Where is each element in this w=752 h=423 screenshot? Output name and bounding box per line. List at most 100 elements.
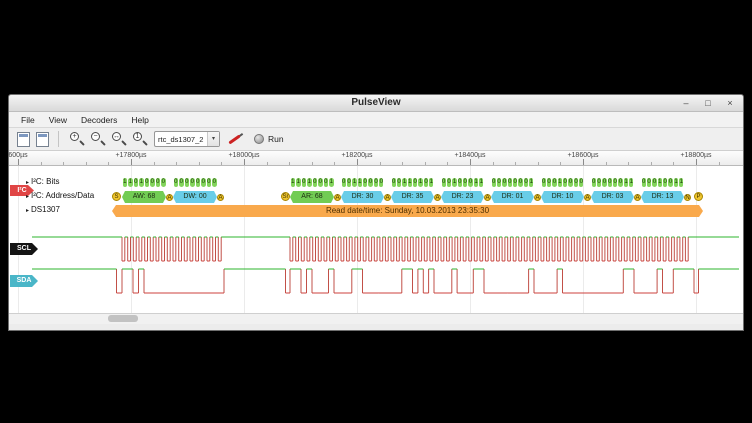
zoom-fit-icon[interactable]: ↔ [110, 131, 127, 148]
scrollbar-thumb[interactable] [108, 315, 138, 322]
ruler-tick-minor [719, 162, 720, 165]
ruler-tick-minor [154, 162, 155, 165]
annotation-ack: A [384, 194, 391, 201]
ruler-tick-minor [560, 162, 561, 165]
annotation-ack: A [584, 194, 591, 201]
annotation-bit: 1 [139, 178, 144, 187]
minimize-button[interactable]: – [679, 96, 693, 110]
annotation-bit: 0 [508, 178, 512, 187]
annotation-byte-DR01: DR: 01 [491, 191, 534, 203]
ruler-tick-major [470, 159, 471, 165]
grid-line [244, 166, 245, 313]
annotation-bit: 0 [579, 178, 583, 187]
decoder-row-label-1[interactable]: ▸I²C: Bits [26, 177, 59, 186]
annotation-byte-DR30: DR: 30 [341, 191, 384, 203]
annotation-start: S [112, 192, 121, 201]
capture-file-select[interactable]: rtc_ds1307_2 ▾ [154, 131, 220, 147]
annotation-bit: 0 [324, 178, 329, 187]
maximize-button[interactable]: □ [701, 96, 715, 110]
annotation-bit: 0 [185, 178, 190, 187]
zoom-fit-icon-lens: ↔ [112, 132, 121, 141]
menu-item-view[interactable]: View [43, 113, 73, 127]
annotation-bit: 0 [463, 178, 467, 187]
annotation-byte-DR10: DR: 10 [541, 191, 584, 203]
annotation-bit: 0 [397, 178, 401, 187]
annotation-bit: 0 [368, 178, 372, 187]
annotation-start: Sr [281, 192, 290, 201]
annotation-bit: 0 [150, 178, 155, 187]
trace-area [9, 166, 743, 313]
annotation-bit: 0 [201, 178, 206, 187]
annotation-byte-DR35: DR: 35 [391, 191, 434, 203]
annotation-byte-DR23: DR: 23 [441, 191, 484, 203]
annotation-bit: 0 [442, 178, 446, 187]
channel-tag-scl[interactable]: SCL [10, 243, 38, 255]
ruler-tick-label: +18200µs [341, 152, 372, 159]
ruler-tick-minor [199, 162, 200, 165]
annotation-bit: 0 [608, 178, 612, 187]
ruler-tick-minor [651, 162, 652, 165]
annotation-bit: 0 [513, 178, 517, 187]
ruler-tick-label: +17800µs [115, 152, 146, 159]
ruler-tick-minor [221, 162, 222, 165]
annotation-bit: 0 [190, 178, 195, 187]
annotation-bit: 0 [592, 178, 596, 187]
new-session-icon[interactable] [17, 132, 30, 147]
expander-icon[interactable]: ▸ [26, 194, 29, 200]
ruler-tick-major [18, 159, 19, 165]
ruler-tick-label: +18400µs [454, 152, 485, 159]
menu-item-decoders[interactable]: Decoders [75, 113, 123, 127]
annotation-stop: P [694, 192, 703, 201]
ruler-tick-major [357, 159, 358, 165]
annotation-bit: 0 [458, 178, 462, 187]
annotation-bit: 0 [542, 178, 546, 187]
zoom-in-icon[interactable]: + [68, 131, 85, 148]
expander-icon[interactable]: ▸ [26, 208, 29, 214]
expander-icon[interactable]: ▸ [26, 180, 29, 186]
run-button[interactable]: Run [250, 133, 288, 145]
annotation-bit: 0 [161, 178, 166, 187]
grid-line [583, 166, 584, 313]
annotation-bit: 1 [429, 178, 433, 187]
annotation-bit: 0 [663, 178, 667, 187]
new-view-icon[interactable] [36, 132, 49, 147]
annotation-bit: 1 [128, 178, 133, 187]
annotation-bit: 1 [529, 178, 533, 187]
annotation-bit: 0 [613, 178, 617, 187]
annotation-bit: 0 [347, 178, 351, 187]
titlebar[interactable]: PulseView – □ × [9, 95, 743, 112]
grid-line [696, 166, 697, 313]
ruler-tick-minor [402, 162, 403, 165]
annotation-bit: 1 [474, 178, 478, 187]
chevron-down-icon[interactable]: ▾ [207, 132, 219, 146]
menu-item-file[interactable]: File [15, 113, 41, 127]
annotation-nack: N [684, 194, 691, 201]
zoom-one-to-one-icon[interactable]: 1 [131, 131, 148, 148]
menu-item-help[interactable]: Help [125, 113, 154, 127]
window-title: PulseView [9, 97, 743, 108]
close-button[interactable]: × [723, 96, 737, 110]
probe-device-icon[interactable] [226, 131, 244, 148]
zoom-one-to-one-icon-handle [142, 140, 148, 146]
annotation-bit: 1 [352, 178, 356, 187]
zoom-icon-group: +−↔ 1 [68, 131, 148, 148]
run-led-icon [254, 134, 264, 144]
annotation-bit: 1 [674, 178, 678, 187]
annotation-bit: 0 [363, 178, 367, 187]
annotation-bit: 0 [145, 178, 150, 187]
ruler-tick-major [583, 159, 584, 165]
annotation-bit: 0 [374, 178, 378, 187]
ruler-tick-minor [628, 162, 629, 165]
zoom-out-icon[interactable]: − [89, 131, 106, 148]
ruler-tick-label: +18800µs [680, 152, 711, 159]
annotation-bit: 1 [558, 178, 562, 187]
decoder-row-label-3[interactable]: ▸DS1307 [26, 205, 60, 214]
annotation-bit: 0 [302, 178, 307, 187]
annotation-ack: A [217, 194, 224, 201]
decoder-row-label-2[interactable]: ▸I²C: Address/Data [26, 191, 94, 200]
annotation-bit: 1 [418, 178, 422, 187]
annotation-bit: 0 [668, 178, 672, 187]
annotation-bit: 0 [179, 178, 184, 187]
ruler-tick-label: +18600µs [567, 152, 598, 159]
ruler-tick-minor [312, 162, 313, 165]
